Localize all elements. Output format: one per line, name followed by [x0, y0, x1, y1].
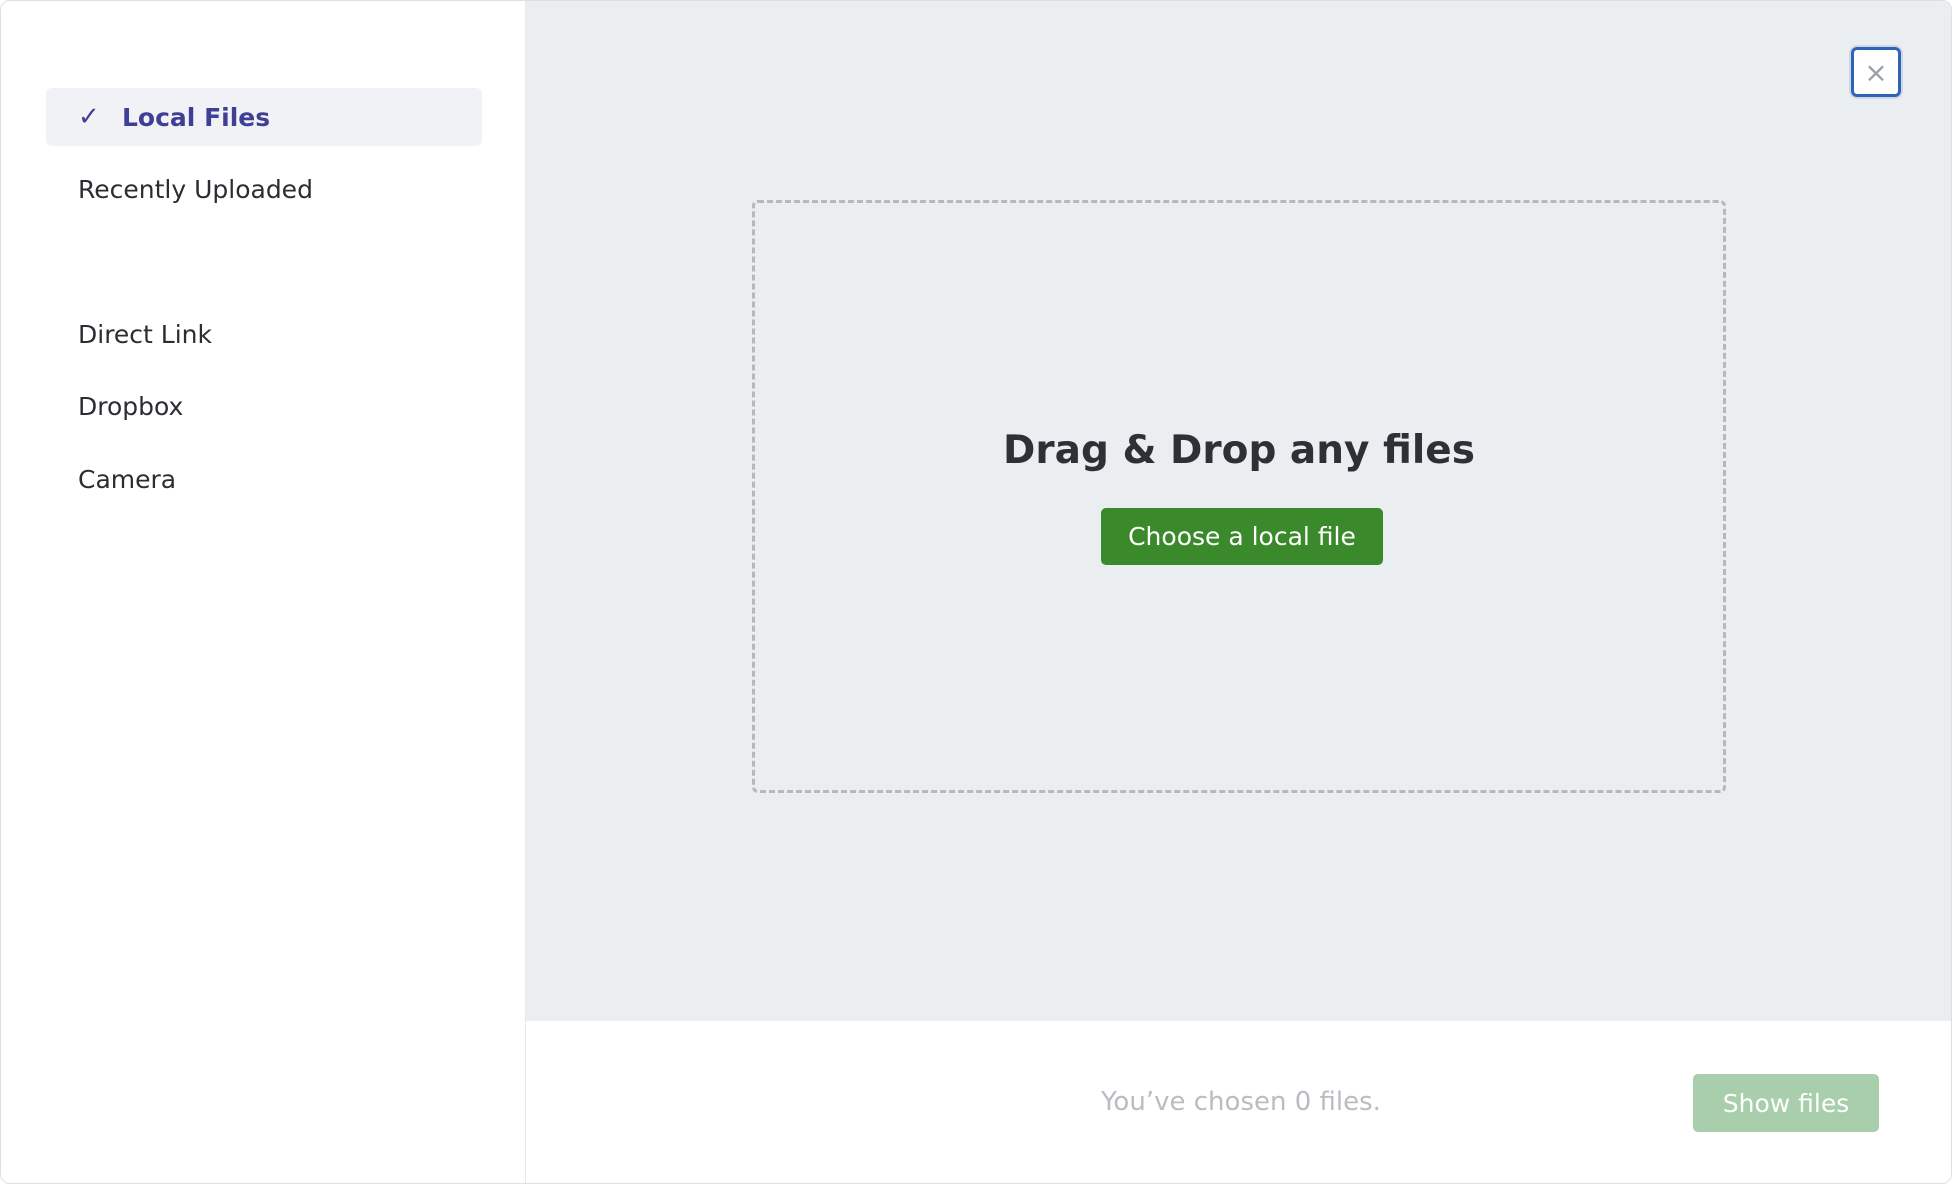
selection-status: You’ve chosen 0 files.	[1101, 1087, 1381, 1117]
choose-local-file-button[interactable]: Choose a local file	[1101, 508, 1383, 565]
drop-zone-title: Drag & Drop any files	[1003, 428, 1475, 473]
sidebar-item-camera[interactable]: Camera	[46, 450, 482, 508]
sidebar-item-label: Camera	[78, 464, 177, 494]
main-panel: × Drag & Drop any files Choose a local f…	[526, 1, 1951, 1021]
sidebar-item-label: Local Files	[122, 102, 271, 132]
sidebar-item-direct-link[interactable]: Direct Link	[46, 305, 482, 363]
show-files-button[interactable]: Show files	[1693, 1074, 1879, 1132]
sidebar-item-label: Dropbox	[78, 391, 184, 421]
footer: You’ve chosen 0 files. Show files	[526, 1021, 1951, 1183]
sidebar-item-dropbox[interactable]: Dropbox	[46, 377, 482, 435]
close-icon: ×	[1864, 55, 1888, 89]
upload-dialog: ✓ Local Files Recently Uploaded Direct L…	[0, 0, 1952, 1184]
sidebar-item-label: Direct Link	[78, 319, 212, 349]
sidebar-item-recently-uploaded[interactable]: Recently Uploaded	[46, 160, 482, 218]
sidebar-item-local-files[interactable]: ✓ Local Files	[46, 88, 482, 146]
checkmark-icon: ✓	[78, 102, 100, 132]
sidebar-item-label: Recently Uploaded	[78, 174, 313, 204]
drop-zone[interactable]: Drag & Drop any files Choose a local fil…	[752, 200, 1726, 793]
sidebar: ✓ Local Files Recently Uploaded Direct L…	[1, 1, 526, 1183]
close-button[interactable]: ×	[1851, 47, 1901, 97]
